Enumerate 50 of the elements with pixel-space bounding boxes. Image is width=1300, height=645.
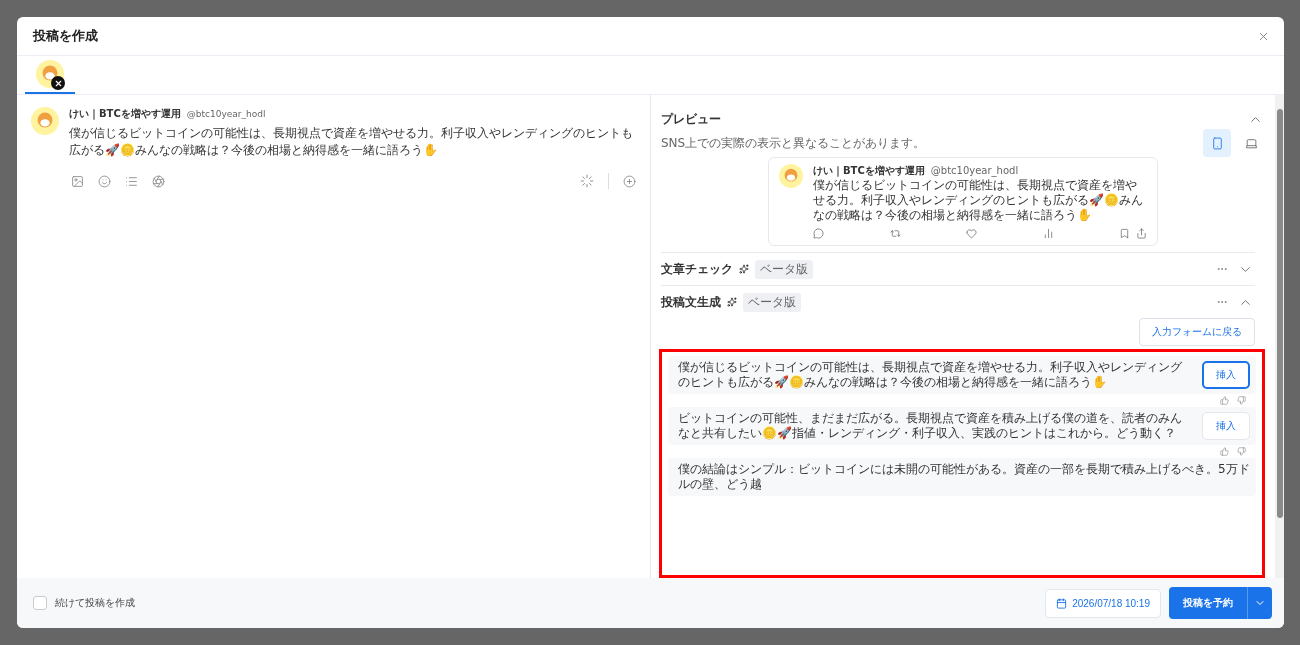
continue-checkbox[interactable] [33,596,47,610]
beta-badge: ベータ版 [755,259,813,279]
bookmark-icon[interactable] [1119,228,1130,239]
mobile-view-button[interactable] [1203,129,1231,157]
progress-ring-icon [580,174,594,188]
thumbs-up-icon[interactable] [1220,396,1229,405]
user-handle: @btc10year_hodl [930,165,1019,176]
smartphone-icon [1210,136,1224,150]
suggestion-text: ビットコインの可能性、まだまだ広がる。長期視点で資産を積み上げる僕の道を、読者のみんなと共有したい🪙🚀指値・レンディング・利子収入、実践のヒントはこれから。どう動く？ [678,411,1183,441]
image-icon[interactable] [71,174,84,188]
sparkle-icon [727,297,737,307]
avatar [779,164,803,188]
bar-chart-icon[interactable] [1042,228,1054,239]
emoji-icon[interactable] [98,174,111,188]
insert-button[interactable]: 挿入 [1202,361,1250,389]
preview-title: プレビュー [661,110,721,128]
section-title: 投稿文生成 [661,293,721,311]
user-handle: @btc10year_hodl [186,109,266,119]
preview-note: SNS上での実際の表示と異なることがあります。 [661,134,926,152]
dialog-title: 投稿を作成 [33,27,98,45]
continue-label: 続けて投稿を作成 [55,596,135,610]
post-text: 僕が信じるビットコインの可能性は、長期視点で資産を増やせる力。利子収入やレンディングのヒントも広がる🚀🪙みんなの戦略は？今後の相場と納得感を一緒に語ろう✋ [813,178,1144,223]
avatar [31,107,59,135]
schedule-button[interactable]: 投稿を予約 [1169,587,1247,619]
aperture-icon[interactable] [152,174,165,188]
datetime-button[interactable]: 2026/07/18 10:19 [1045,588,1161,618]
back-to-form-button[interactable]: 入力フォームに戻る [1139,318,1255,346]
suggestion-text: 僕が信じるビットコインの可能性は、長期視点で資産を増やせる力。利子収入やレンディングのヒントも広がる🚀🪙みんなの戦略は？今後の相場と納得感を一緒に語ろう✋ [678,360,1183,390]
display-name: けい｜BTCを増やす運用 [813,164,925,178]
display-name: けい｜BTCを増やす運用 [69,107,181,121]
post-text-input[interactable]: 僕が信じるビットコインの可能性は、長期視点で資産を増やせる力。利子収入やレンディングのヒントも広がる🚀🪙みんなの戦略は？今後の相場と納得感を一緒に語ろう✋ [69,125,636,159]
share-icon[interactable] [1136,228,1147,239]
section-title: 文章チェック [661,260,733,278]
reply-icon[interactable] [813,228,824,239]
dropdown-button[interactable] [1247,587,1272,619]
insert-button[interactable]: 挿入 [1202,412,1250,440]
add-icon[interactable] [623,174,636,188]
calendar-icon [1056,597,1068,609]
thumbs-down-icon[interactable] [1237,396,1246,405]
thumbs-down-icon[interactable] [1237,447,1246,456]
x-logo-icon [51,76,65,90]
laptop-icon [1244,136,1258,150]
suggestion-text: 僕の結論はシンプル：ビットコインには未開の可能性がある。資産の一部を長期で積み上げるべき。5万ドルの壁、どう越 [678,462,1250,492]
beta-badge: ベータ版 [743,292,801,312]
list-icon[interactable] [125,174,138,188]
repost-icon[interactable] [889,228,901,239]
sparkle-icon [739,264,749,274]
heart-icon[interactable] [966,228,977,239]
thumbs-up-icon[interactable] [1220,447,1229,456]
scrollbar-thumb[interactable] [1276,109,1283,518]
